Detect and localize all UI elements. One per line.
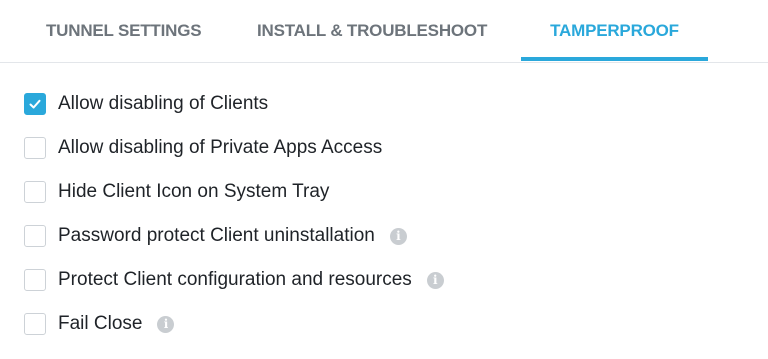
option-allow-disabling-private-apps[interactable]: Allow disabling of Private Apps Access [24, 136, 444, 160]
option-allow-disabling-clients[interactable]: Allow disabling of Clients [24, 92, 444, 116]
option-protect-client-config[interactable]: Protect Client configuration and resourc… [24, 268, 444, 292]
tab-tunnel-settings[interactable]: TUNNEL SETTINGS [46, 0, 208, 62]
tab-tamperproof[interactable]: TAMPERPROOF [521, 0, 708, 62]
info-icon[interactable]: i [157, 315, 175, 333]
hide-client-icon-checkbox[interactable] [24, 181, 46, 203]
option-password-protect-uninstall[interactable]: Password protect Client uninstallation i [24, 224, 444, 248]
option-hide-client-icon[interactable]: Hide Client Icon on System Tray [24, 180, 444, 204]
allow-disabling-clients-checkbox[interactable] [24, 93, 46, 115]
tamperproof-options-list: Allow disabling of Clients Allow disabli… [24, 92, 444, 356]
protect-client-config-checkbox[interactable] [24, 269, 46, 291]
checkmark-icon [29, 99, 41, 109]
option-label: Password protect Client uninstallation [58, 225, 375, 246]
fail-close-checkbox[interactable] [24, 313, 46, 335]
tamperproof-settings-panel: TUNNEL SETTINGS INSTALL & TROUBLESHOOT T… [0, 0, 768, 359]
option-label: Protect Client configuration and resourc… [58, 269, 412, 290]
info-icon[interactable]: i [389, 227, 407, 245]
password-protect-uninstall-checkbox[interactable] [24, 225, 46, 247]
option-label: Allow disabling of Private Apps Access [58, 137, 383, 158]
option-label: Fail Close [58, 313, 143, 334]
settings-tabs: TUNNEL SETTINGS INSTALL & TROUBLESHOOT T… [0, 0, 768, 63]
info-icon[interactable]: i [426, 271, 444, 289]
option-label: Allow disabling of Clients [58, 93, 269, 114]
tab-install-troubleshoot[interactable]: INSTALL & TROUBLESHOOT [257, 0, 497, 62]
option-fail-close[interactable]: Fail Close i [24, 312, 444, 336]
active-tab-indicator [521, 57, 708, 61]
option-label: Hide Client Icon on System Tray [58, 181, 330, 202]
allow-disabling-private-apps-checkbox[interactable] [24, 137, 46, 159]
